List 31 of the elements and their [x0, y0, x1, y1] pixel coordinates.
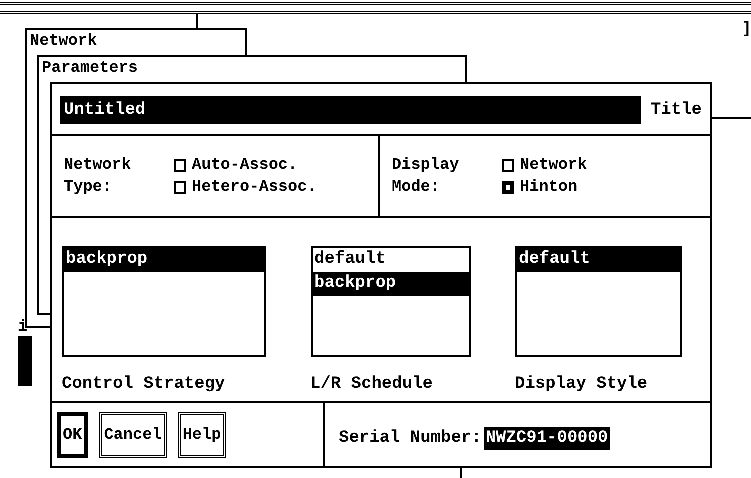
option-label: Auto-Assoc.	[192, 155, 298, 175]
list-item[interactable]: default	[517, 248, 680, 272]
group-label: Network Type:	[64, 155, 132, 198]
dialog-button[interactable]: OK	[57, 412, 88, 458]
option-label: Network	[520, 155, 588, 175]
dialog-button[interactable]: Help	[178, 412, 226, 458]
checkbox[interactable]	[174, 180, 186, 194]
dialog-button[interactable]: Cancel	[99, 412, 167, 458]
option-label: Hinton	[520, 177, 578, 197]
list-box[interactable]: default	[515, 246, 682, 357]
list-item[interactable]: backprop	[64, 248, 264, 272]
scroll-block	[18, 336, 32, 386]
window-title: Parameters	[42, 59, 138, 77]
text-fragment: i	[18, 318, 28, 336]
option-label: Hetero-Assoc.	[192, 177, 317, 197]
list-item[interactable]: backprop	[312, 272, 468, 296]
group-label: Display Mode:	[392, 155, 460, 198]
title-field[interactable]: Untitled	[60, 96, 641, 124]
checkbox[interactable]	[502, 180, 514, 194]
serial-label: Serial Number:	[339, 429, 482, 448]
bracket-mark: ]	[742, 20, 751, 38]
list-caption: Display Style	[515, 375, 648, 394]
checkbox[interactable]	[174, 158, 186, 172]
list-box[interactable]: default backprop	[310, 246, 470, 357]
list-caption: Control Strategy	[62, 375, 226, 394]
serial-number: NWZC91-00000	[484, 427, 610, 450]
list-caption: L/R Schedule	[310, 375, 433, 394]
window-title: Network	[30, 32, 98, 50]
checkbox[interactable]	[502, 158, 514, 172]
field-label: Title	[650, 100, 702, 120]
list-box[interactable]: backprop	[62, 246, 266, 357]
